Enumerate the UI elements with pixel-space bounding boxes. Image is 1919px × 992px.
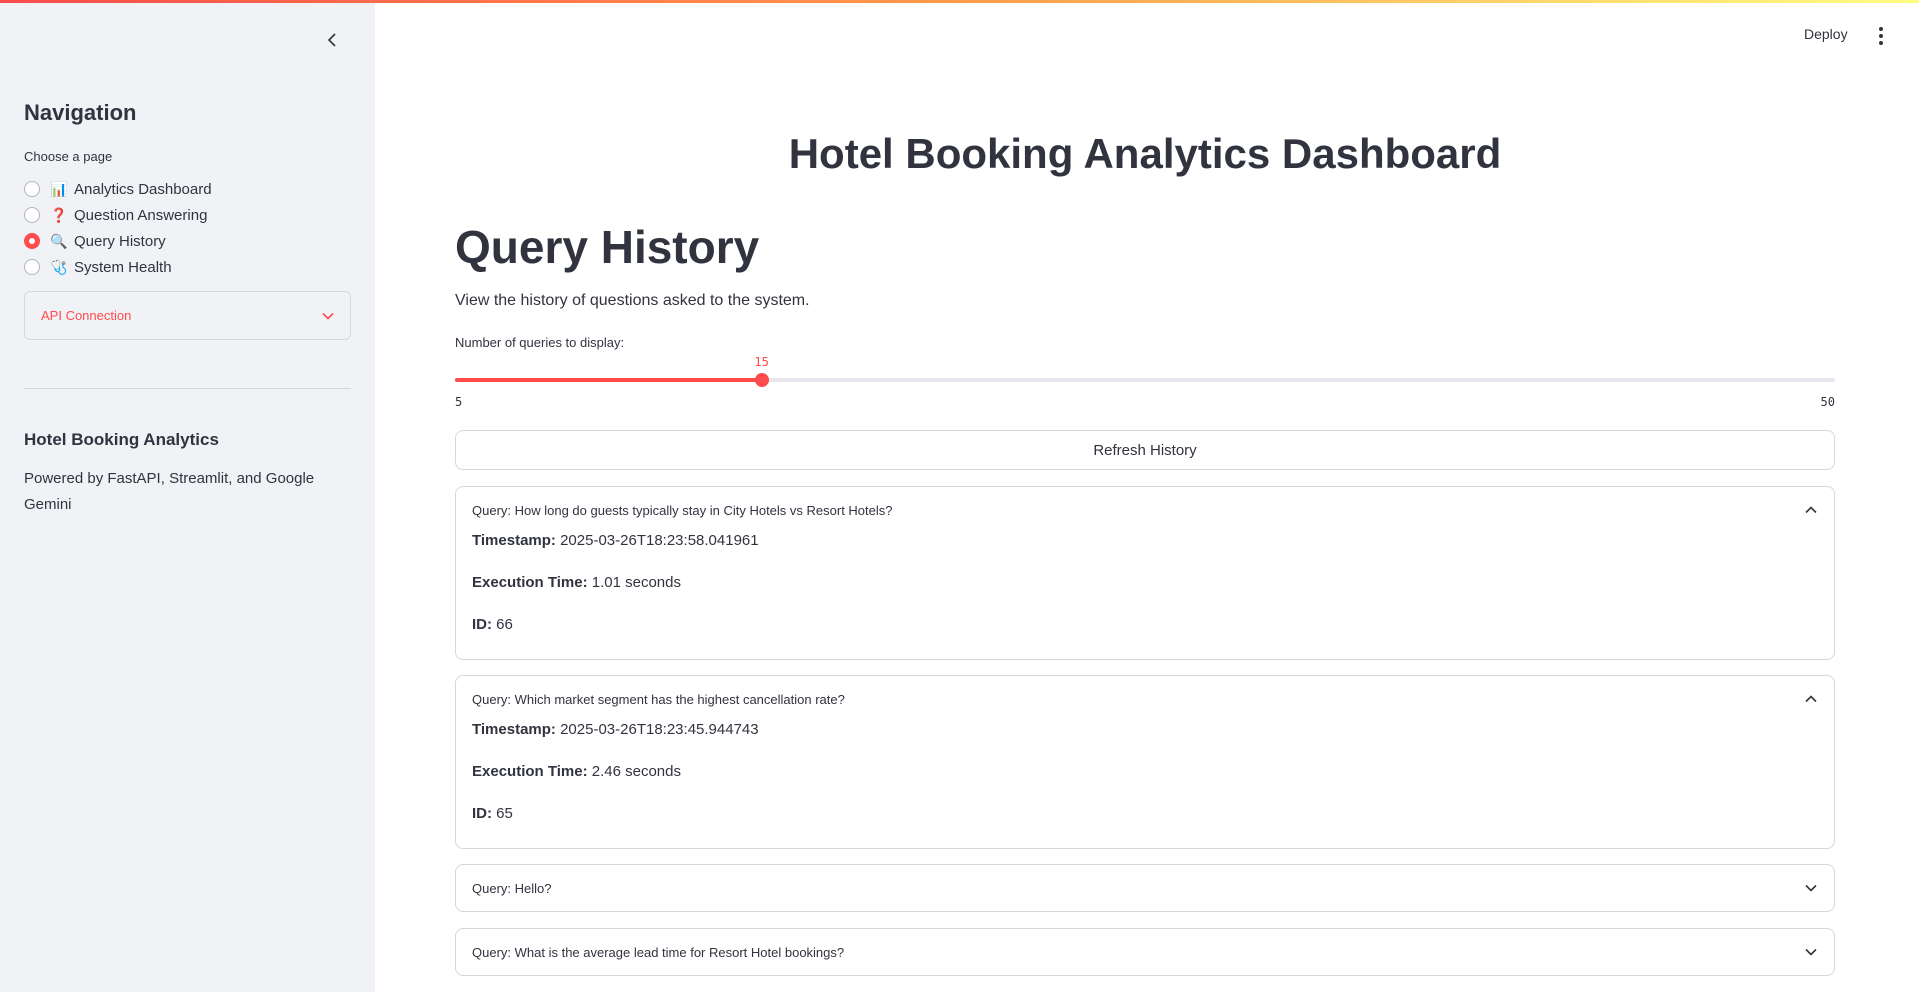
execution-time-label: Execution Time:	[472, 574, 588, 591]
radio-query-history[interactable]: 🔍 Query History	[24, 228, 212, 254]
execution-time-row: Execution Time: 1.01 seconds	[472, 575, 1818, 617]
chevron-down-icon	[1804, 945, 1818, 959]
bar-chart-icon: 📊	[50, 180, 68, 197]
id-row: ID: 66	[472, 617, 1818, 659]
page-selector-label: Choose a page	[24, 149, 113, 164]
query-details: Timestamp: 2025-03-26T18:23:58.041961 Ex…	[456, 533, 1834, 659]
execution-time-label: Execution Time:	[472, 763, 588, 780]
deploy-button[interactable]: Deploy	[1804, 26, 1848, 42]
menu-dot-icon	[1879, 41, 1883, 45]
query-expander-header[interactable]: Query: Which market segment has the high…	[456, 676, 1834, 722]
question-mark-icon: ❓	[50, 206, 68, 223]
chevron-left-icon	[327, 33, 336, 47]
refresh-history-button[interactable]: Refresh History	[455, 430, 1835, 470]
stethoscope-icon: 🩺	[50, 258, 68, 275]
menu-dot-icon	[1879, 27, 1883, 31]
page-radio-group: 📊 Analytics Dashboard ❓ Question Answeri…	[24, 176, 212, 280]
page-description: View the history of questions asked to t…	[455, 292, 810, 309]
query-title: Query: Hello?	[472, 880, 552, 896]
chevron-up-icon	[1804, 692, 1818, 706]
query-expander-header[interactable]: Query: Hello?	[456, 865, 1834, 911]
id-value: 66	[496, 616, 513, 633]
query-expander: Query: What is the average lead time for…	[455, 928, 1835, 976]
query-details: Timestamp: 2025-03-26T18:23:45.944743 Ex…	[456, 722, 1834, 848]
radio-button[interactable]	[24, 259, 40, 275]
query-expander: Query: How long do guests typically stay…	[455, 486, 1835, 660]
dashboard-title: Hotel Booking Analytics Dashboard	[788, 130, 1502, 177]
slider-min-label: 5	[455, 395, 463, 409]
radio-button-selected[interactable]	[24, 233, 40, 249]
timestamp-value: 2025-03-26T18:23:58.041961	[560, 532, 759, 549]
queries-count-slider[interactable]: 15 5 50	[455, 355, 1835, 410]
main-menu-button[interactable]	[1873, 24, 1889, 48]
sidebar-title: Navigation	[24, 100, 137, 125]
radio-label: System Health	[74, 258, 172, 276]
id-label: ID:	[472, 616, 492, 633]
chevron-down-icon	[1804, 881, 1818, 895]
id-label: ID:	[472, 805, 492, 822]
id-value: 65	[496, 805, 513, 822]
query-expander-header[interactable]: Query: How long do guests typically stay…	[456, 487, 1834, 533]
query-expander: Query: Which market segment has the high…	[455, 675, 1835, 849]
execution-time-row: Execution Time: 2.46 seconds	[472, 764, 1818, 806]
query-expander: Query: Hello?	[455, 864, 1835, 912]
radio-label: Analytics Dashboard	[74, 180, 212, 198]
query-title: Query: How long do guests typically stay…	[472, 502, 893, 518]
query-title: Query: Which market segment has the high…	[472, 691, 845, 707]
sidebar-divider	[24, 388, 351, 389]
execution-time-value: 1.01 seconds	[591, 574, 681, 591]
slider-max-label: 50	[1820, 395, 1835, 409]
menu-dot-icon	[1879, 34, 1883, 38]
timestamp-label: Timestamp:	[472, 721, 556, 738]
radio-label: Query History	[74, 232, 166, 250]
radio-button[interactable]	[24, 207, 40, 223]
query-title: Query: What is the average lead time for…	[472, 944, 845, 960]
sidebar: Navigation Choose a page 📊 Analytics Das…	[0, 0, 375, 992]
radio-label: Question Answering	[74, 206, 208, 224]
chevron-down-icon	[322, 312, 334, 320]
query-expander-header[interactable]: Query: What is the average lead time for…	[456, 929, 1834, 975]
id-row: ID: 65	[472, 806, 1818, 848]
timestamp-value: 2025-03-26T18:23:45.944743	[560, 721, 759, 738]
slider-fill	[455, 378, 762, 382]
chevron-up-icon	[1804, 503, 1818, 517]
timestamp-row: Timestamp: 2025-03-26T18:23:45.944743	[472, 722, 1818, 764]
radio-button[interactable]	[24, 181, 40, 197]
radio-system-health[interactable]: 🩺 System Health	[24, 254, 212, 280]
top-decoration-bar	[0, 0, 1919, 3]
execution-time-value: 2.46 seconds	[591, 763, 681, 780]
slider-thumb[interactable]	[754, 373, 769, 387]
api-connection-expander[interactable]: API Connection	[24, 291, 351, 340]
radio-question-answering[interactable]: ❓ Question Answering	[24, 202, 212, 228]
timestamp-row: Timestamp: 2025-03-26T18:23:58.041961	[472, 533, 1818, 575]
sidebar-footer-text: Powered by FastAPI, Streamlit, and Googl…	[24, 470, 315, 513]
collapse-sidebar-button[interactable]	[322, 28, 342, 52]
slider-label: Number of queries to display:	[455, 335, 625, 350]
radio-analytics-dashboard[interactable]: 📊 Analytics Dashboard	[24, 176, 212, 202]
sidebar-footer-title: Hotel Booking Analytics	[24, 430, 219, 449]
api-connection-label: API Connection	[41, 308, 132, 323]
magnifier-icon: 🔍	[50, 232, 68, 249]
slider-value: 15	[754, 355, 769, 369]
page-title: Query History	[455, 221, 760, 273]
timestamp-label: Timestamp:	[472, 532, 556, 549]
